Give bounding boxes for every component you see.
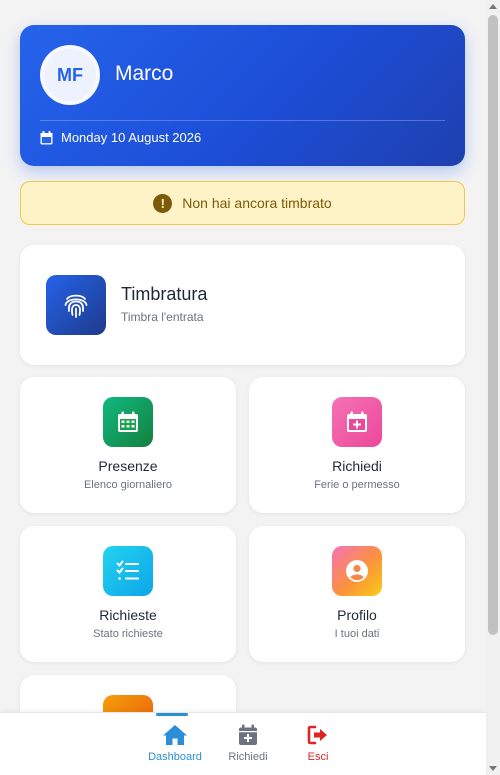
bottom-nav: Dashboard Richiedi Esci	[0, 712, 486, 775]
tile-subtitle: Ferie o permesso	[314, 479, 400, 491]
tile-richiedi[interactable]: Richiedi Ferie o permesso	[249, 377, 465, 513]
tile-title: Richiedi	[332, 458, 382, 474]
calendar-grid-icon	[103, 397, 153, 447]
tile-title: Richieste	[99, 607, 157, 623]
tile-profilo[interactable]: Profilo I tuoi dati	[249, 526, 465, 662]
scrollbar[interactable]	[486, 0, 500, 775]
fingerprint-icon	[46, 275, 106, 335]
nav-esci[interactable]: Esci	[283, 713, 353, 775]
nav-active-indicator	[156, 713, 188, 716]
nav-richiedi[interactable]: Richiedi	[213, 713, 283, 775]
user-name: Marco	[115, 62, 174, 85]
clock-in-title: Timbratura	[121, 284, 208, 304]
calendar-icon	[40, 130, 53, 144]
calendar-plus-icon	[332, 397, 382, 447]
tile-subtitle: Stato richieste	[93, 628, 163, 640]
clock-in-button[interactable]: Timbratura Timbra l'entrata	[20, 245, 465, 365]
clock-in-subtitle: Timbra l'entrata	[121, 310, 204, 324]
nav-dashboard[interactable]: Dashboard	[140, 713, 210, 775]
nav-label: Esci	[307, 751, 329, 763]
profile-card: MF Marco Monday 10 August 2026	[20, 25, 465, 166]
avatar: MF	[40, 45, 100, 105]
scrollbar-thumb[interactable]	[488, 15, 498, 635]
calendar-plus-icon	[235, 724, 261, 746]
tile-richieste[interactable]: Richieste Stato richieste	[20, 526, 236, 662]
nav-label: Richiedi	[228, 751, 268, 763]
home-icon	[162, 724, 188, 746]
scroll-up-arrow-icon[interactable]	[489, 4, 497, 9]
tile-title: Presenze	[98, 458, 158, 474]
sign-out-icon	[305, 724, 331, 746]
tile-presenze[interactable]: Presenze Elenco giornaliero	[20, 377, 236, 513]
list-check-icon	[103, 546, 153, 596]
tile-title: Profilo	[337, 607, 377, 623]
scroll-down-arrow-icon[interactable]	[489, 766, 497, 771]
alert-text: Non hai ancora timbrato	[182, 195, 332, 211]
tile-subtitle: Elenco giornaliero	[83, 479, 173, 491]
user-circle-icon	[332, 546, 382, 596]
clock-in-alert: ! Non hai ancora timbrato	[20, 181, 465, 225]
dashboard-content: MF Marco Monday 10 August 2026 ! Non hai…	[0, 0, 486, 712]
tile-partial[interactable]	[20, 675, 236, 712]
document-icon	[103, 695, 153, 712]
tile-subtitle: I tuoi dati	[334, 628, 380, 640]
card-divider	[40, 120, 445, 121]
current-date: Monday 10 August 2026	[61, 130, 202, 145]
exclamation-icon: !	[153, 193, 173, 213]
date-row: Monday 10 August 2026	[40, 130, 201, 145]
nav-label: Dashboard	[148, 751, 202, 763]
